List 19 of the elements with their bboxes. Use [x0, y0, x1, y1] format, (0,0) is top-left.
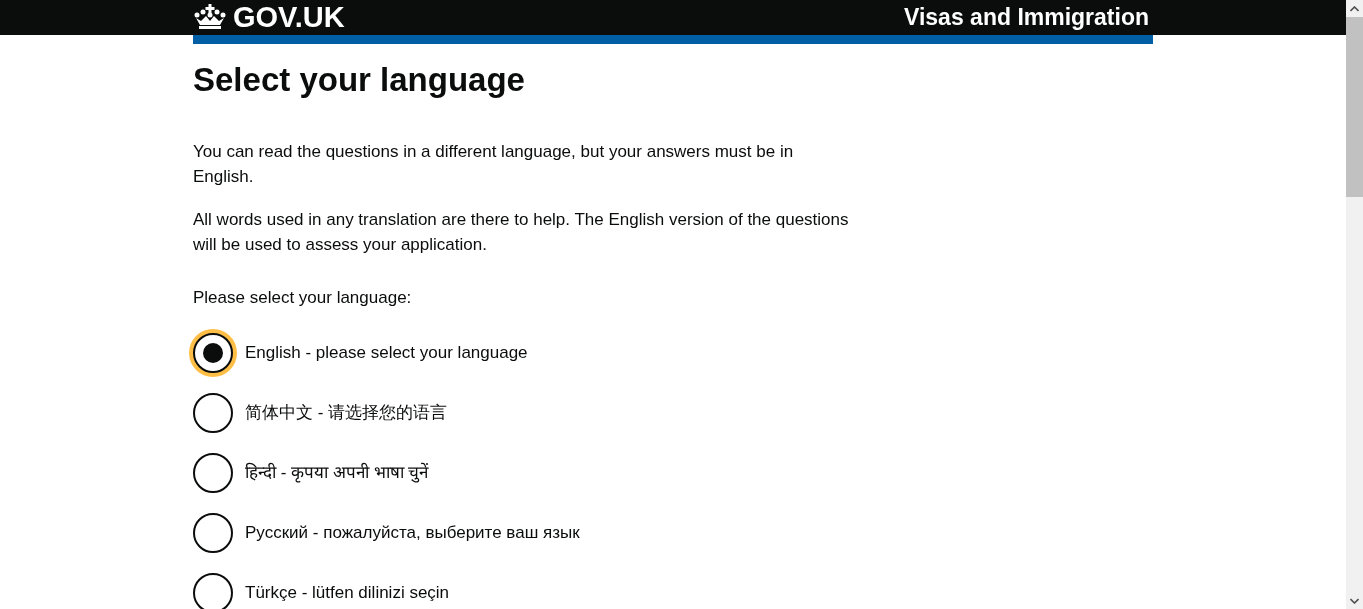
language-option[interactable]: Русский - пожалуйста, выберите ваш язык: [193, 512, 1153, 553]
radio-button[interactable]: [193, 452, 233, 493]
radio-button[interactable]: [193, 512, 233, 553]
radio-button[interactable]: [193, 572, 233, 609]
language-option[interactable]: Türkçe - lütfen dilinizi seçin: [193, 572, 1153, 609]
radio-button[interactable]: [193, 332, 233, 373]
question-label: Please select your language:: [193, 286, 413, 309]
body-text: You can read the questions in a different language, but your answers must be in English.: [193, 140, 795, 188]
language-option[interactable]: English - please select your language: [193, 332, 1153, 373]
language-option[interactable]: हिन्दी - कृपया अपनी भाषा चुनें: [193, 452, 1153, 493]
service-name: Visas and Immigration: [904, 3, 1149, 32]
language-option[interactable]: 简体中文 - 请选择您的语言: [193, 392, 1153, 433]
govuk-logo-link[interactable]: GOV.UK: [193, 2, 345, 32]
body-text: All words used in any translation are there to help. The English version of the questions will be used to assess your application.: [193, 208, 850, 256]
crown-icon: [193, 4, 227, 31]
scrollbar-thumb[interactable]: [1346, 17, 1363, 197]
scrollbar[interactable]: [1346, 0, 1363, 609]
page-heading: Select your language: [193, 59, 526, 100]
radio-button[interactable]: [193, 392, 233, 433]
